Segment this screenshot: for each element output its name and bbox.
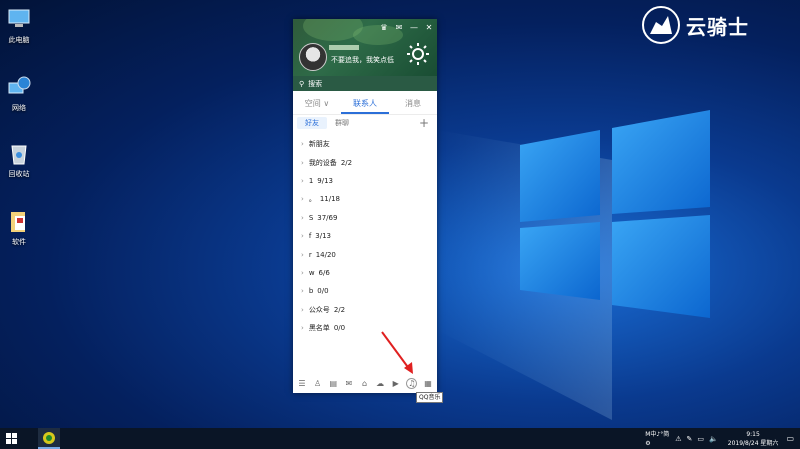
weather-sun-icon[interactable] <box>405 41 431 67</box>
annotation-arrow <box>381 331 413 374</box>
list-item[interactable]: › 我的设备 2/2 <box>293 153 437 171</box>
tab-contacts[interactable]: 联系人 <box>341 96 389 114</box>
folder-icon <box>6 208 32 234</box>
apps-grid-icon[interactable]: ▦ <box>423 378 433 388</box>
network-icon[interactable]: ▭ <box>697 435 704 443</box>
desktop-icon-recycle-bin[interactable]: 回收站 <box>0 140 39 179</box>
computer-icon <box>6 6 32 32</box>
desktop-icon-label: 此电脑 <box>8 36 30 44</box>
list-item[interactable]: › r 14/20 <box>293 245 437 263</box>
subtab-friends[interactable]: 好友 <box>297 117 327 129</box>
subtab-groups[interactable]: 群聊 <box>327 117 357 129</box>
search-placeholder: 搜索 <box>308 79 323 88</box>
chevron-right-icon: › <box>301 324 304 333</box>
taskbar-qq-app[interactable] <box>38 428 60 449</box>
pen-icon[interactable]: ✎ <box>687 435 693 443</box>
game-icon[interactable]: ⌂ <box>360 378 370 388</box>
desktop-icon-label: 回收站 <box>8 170 30 178</box>
desktop-icon-software[interactable]: 软件 <box>0 208 39 247</box>
ime-indicator[interactable]: M中♪°简 ⚙ <box>645 430 669 448</box>
desktop-icon-label: 网络 <box>12 104 26 112</box>
chevron-right-icon: › <box>301 232 304 241</box>
cloud-icon[interactable]: ☁ <box>375 378 385 388</box>
network-icon <box>6 74 32 100</box>
windows-start-icon[interactable] <box>0 428 24 449</box>
video-icon[interactable]: ▶ <box>391 378 401 388</box>
system-tray: M中♪°简 ⚙ ⚠ ✎ ▭ 🔈 9:15 2019/8/24 星期六 ▭ <box>645 428 800 449</box>
list-item[interactable]: › 公众号 2/2 <box>293 301 437 319</box>
minimize-icon[interactable]: — <box>409 22 419 32</box>
desktop-icon-this-pc[interactable]: 此电脑 <box>0 6 39 45</box>
friend-groups-list: › 新朋友 › 我的设备 2/2 › 1 9/13 ›。 11/18 › S 37/69 › f 3… <box>293 135 437 337</box>
bottom-toolbar: ☰ ♙ ▤ ✉ ⌂ ☁ ▶ ♫ ▦ <box>293 375 437 391</box>
qq-app-icon <box>43 431 55 444</box>
desktop-icon-network[interactable]: 网络 <box>0 74 39 113</box>
chevron-right-icon: › <box>301 305 304 314</box>
avatar[interactable] <box>299 43 327 71</box>
list-item[interactable]: › 1 9/13 <box>293 172 437 190</box>
tab-messages[interactable]: 消息 <box>389 96 437 114</box>
add-icon[interactable]: + <box>419 116 433 130</box>
warning-icon[interactable]: ⚠ <box>675 435 681 443</box>
menu-icon[interactable]: ☰ <box>297 378 307 388</box>
chevron-right-icon: › <box>301 195 304 204</box>
list-item[interactable]: ›。 11/18 <box>293 190 437 208</box>
contact-subtabs: 好友 群聊 + <box>297 116 433 130</box>
close-icon[interactable]: ✕ <box>424 22 434 32</box>
search-bar[interactable]: ⚲ 搜索 <box>293 76 437 91</box>
chevron-right-icon: › <box>301 176 304 185</box>
chevron-right-icon: › <box>301 287 304 296</box>
date-text: 2019/8/24 星期六 <box>727 439 779 447</box>
list-item[interactable]: › S 37/69 <box>293 209 437 227</box>
add-friend-icon[interactable]: ♙ <box>313 378 323 388</box>
chevron-right-icon: › <box>301 250 304 259</box>
watermark-logo: 云骑士 <box>640 4 749 46</box>
knight-logo-icon <box>642 6 680 44</box>
desktop-icon-label: 软件 <box>12 238 26 246</box>
chevron-right-icon: › <box>301 213 304 222</box>
nickname[interactable] <box>329 43 389 51</box>
qq-music-icon[interactable]: ♫ <box>406 377 418 389</box>
chevron-right-icon: › <box>301 268 304 277</box>
signature-text[interactable]: 不要追我，我笑点低 <box>331 55 394 65</box>
file-icon[interactable]: ▤ <box>328 378 338 388</box>
notification-icon[interactable]: ▭ <box>786 434 794 443</box>
tab-space[interactable]: 空间 ∨ <box>293 96 341 114</box>
list-item[interactable]: › w 6/6 <box>293 264 437 282</box>
watermark-text: 云骑士 <box>686 14 749 39</box>
search-icon: ⚲ <box>299 79 305 88</box>
clock[interactable]: 9:15 2019/8/24 星期六 <box>728 430 779 448</box>
list-item[interactable]: › b 0/0 <box>293 282 437 300</box>
skin-icon[interactable]: ♛ <box>379 22 389 32</box>
list-item[interactable]: › f 3/13 <box>293 227 437 245</box>
volume-icon[interactable]: 🔈 <box>709 435 718 443</box>
tooltip: QQ音乐 <box>416 392 444 403</box>
main-tabs: 空间 ∨ 联系人 消息 <box>293 96 437 115</box>
qq-header: ♛ ✉ — ✕ 不要追我，我笑点低 <box>293 19 437 76</box>
list-item[interactable]: › 新朋友 <box>293 135 437 153</box>
tray-icons: ⚠ ✎ ▭ 🔈 <box>675 435 718 443</box>
recycle-bin-icon <box>6 140 32 166</box>
time-text: 9:15 <box>746 430 760 438</box>
mail-icon[interactable]: ✉ <box>394 22 404 32</box>
mail-box-icon[interactable]: ✉ <box>344 378 354 388</box>
window-controls: ♛ ✉ — ✕ <box>379 22 434 32</box>
chevron-right-icon: › <box>301 140 304 149</box>
chevron-right-icon: › <box>301 158 304 167</box>
